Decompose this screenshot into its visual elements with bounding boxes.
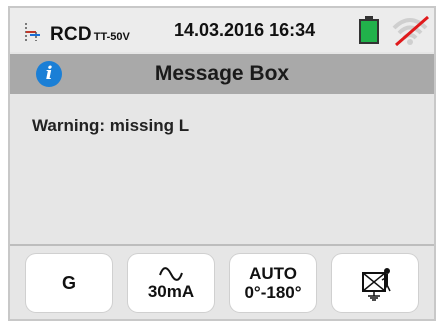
wifi-off-icon [392,15,429,46]
sine-wave-icon [159,266,183,281]
instrument-screen: RCD TT-50V 14.03.2016 16:34 i Message Bo… [8,6,436,321]
mode-label: RCD [50,24,92,45]
phase-mode: AUTO [249,264,297,283]
title-bar: i Message Box [10,54,434,94]
page-title: Message Box [154,62,290,85]
phase-range: 0°-180° [244,283,302,302]
grounding-disabled-icon [362,268,391,301]
current-value: 30mA [147,281,195,301]
g-button-label: G [61,273,76,293]
battery-icon [359,16,379,44]
date-time: 14.03.2016 16:34 [174,20,316,40]
phase-button[interactable]: AUTO 0°-180° [230,254,316,312]
divider [10,244,434,246]
status-bar: RCD TT-50V 14.03.2016 16:34 [10,8,434,52]
grounding-button[interactable] [332,254,418,312]
current-button[interactable]: 30mA [128,254,214,312]
rcd-icon [25,23,40,41]
mode-indicator: RCD TT-50V [22,18,130,46]
message-area: Warning: missing L [10,94,434,240]
mode-subtitle: TT-50V [93,31,130,43]
g-button[interactable]: G [26,254,112,312]
warning-message: Warning: missing L [32,116,190,135]
